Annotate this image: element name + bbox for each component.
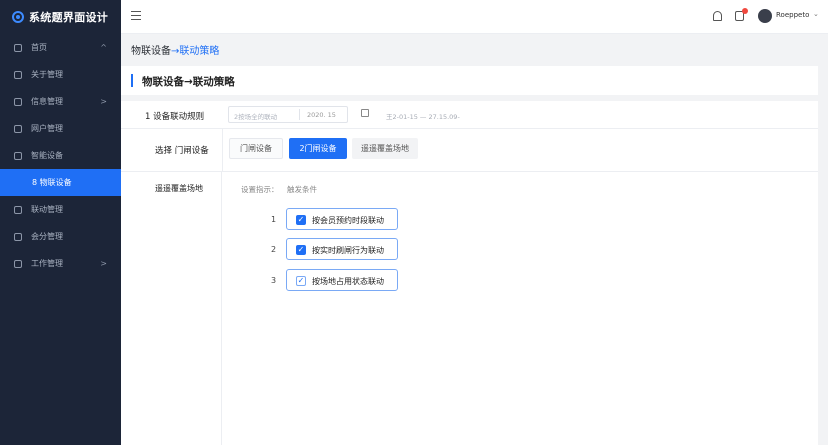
sidebar-item-iot-device[interactable]: 8 物联设备 — [0, 169, 121, 196]
notification-badge — [742, 8, 748, 14]
page-title-card: 物联设备→联动策略 — [121, 66, 818, 95]
chevron-right-icon: > — [100, 259, 107, 268]
avatar[interactable] — [758, 9, 772, 23]
condition-text: 按会员预约时段联动 — [312, 216, 384, 225]
calendar-icon[interactable] — [361, 109, 369, 117]
condition-option[interactable]: ✓ 按实时刷闸行为联动 — [286, 238, 398, 260]
checkbox-checked[interactable]: ✓ — [296, 245, 306, 255]
checkbox-checked[interactable]: ✓ — [296, 276, 306, 286]
rule-input[interactable]: 2按场全的联动 2020. 15 — [228, 106, 348, 123]
sidebar-item-points[interactable]: 会分管理 — [0, 223, 121, 250]
breadcrumb-current: 联动策略 — [179, 46, 220, 57]
condition-number: 1 — [271, 215, 277, 224]
sidebar-item-smart-device[interactable]: 智能设备 — [0, 142, 121, 169]
sidebar-item-label: 会分管理 — [31, 232, 63, 241]
app-logo[interactable]: 系统题界面设计 — [0, 0, 121, 34]
select-row: 选择 门闸设备 门闸设备 2门闸设备 遥遥覆盖场地 — [121, 129, 818, 172]
rule-input-value: 2020. 15 — [307, 111, 336, 119]
breadcrumb: 物联设备→联动策略 — [131, 42, 219, 57]
user-icon — [14, 124, 22, 133]
tab-coverage-area[interactable]: 遥遥覆盖场地 — [352, 138, 418, 159]
work-icon — [14, 259, 22, 268]
points-icon — [14, 232, 22, 241]
checkbox-checked[interactable]: ✓ — [296, 215, 306, 225]
coverage-label: 遥遥覆盖场地 — [155, 184, 203, 193]
logo-icon — [12, 11, 24, 23]
condition-number: 2 — [271, 245, 277, 254]
sidebar-item-label: 8 物联设备 — [32, 178, 72, 187]
trigger-label: 触发条件 — [287, 185, 317, 194]
sidebar-item-users[interactable]: 网户管理 — [0, 115, 121, 142]
chevron-down-icon[interactable]: ⌄ — [813, 10, 819, 18]
sidebar: 系统题界面设计 首页 ^ 关于管理 信息管理 > 网户管理 智能设备 8 物联设备 … — [0, 0, 121, 445]
hamburger-icon[interactable] — [131, 11, 141, 20]
sidebar-item-label: 信息管理 — [31, 97, 63, 106]
sidebar-item-label: 网户管理 — [31, 124, 63, 133]
breadcrumb-parent[interactable]: 物联设备 — [131, 46, 171, 57]
app-title: 系统题界面设计 — [29, 11, 109, 24]
sidebar-item-info[interactable]: 信息管理 > — [0, 88, 121, 115]
sidebar-item-linkage[interactable]: 联动管理 — [0, 196, 121, 223]
page-title: 物联设备→联动策略 — [142, 76, 235, 88]
sidebar-item-label: 联动管理 — [31, 205, 63, 214]
bell-icon[interactable] — [713, 11, 722, 21]
info-icon — [14, 97, 22, 106]
sidebar-menu: 首页 ^ 关于管理 信息管理 > 网户管理 智能设备 8 物联设备 联动管理 会分管… — [0, 34, 121, 277]
rule-label: 1 设备联动规则 — [145, 112, 205, 122]
rule-row: 1 设备联动规则 2按场全的联动 2020. 15 王2-01-15 — 27.… — [121, 101, 818, 129]
document-icon — [14, 70, 22, 79]
tab-gate-device[interactable]: 门闸设备 — [229, 138, 283, 159]
link-icon — [14, 205, 22, 214]
select-label: 选择 门闸设备 — [155, 146, 209, 156]
sidebar-item-work[interactable]: 工作管理 > — [0, 250, 121, 277]
device-icon — [14, 151, 22, 160]
title-accent-bar — [131, 74, 133, 87]
chevron-right-icon: > — [100, 97, 107, 106]
main-panel: 1 设备联动规则 2按场全的联动 2020. 15 王2-01-15 — 27.… — [121, 101, 818, 445]
condition-number: 3 — [271, 276, 277, 285]
input-divider — [299, 109, 300, 120]
settings-hint: 设置指示： — [241, 185, 279, 194]
username[interactable]: Roeppeto — [776, 11, 809, 19]
tab-gate-device-2[interactable]: 2门闸设备 — [289, 138, 347, 159]
left-column — [121, 172, 222, 445]
divider — [222, 129, 223, 172]
condition-option[interactable]: ✓ 按会员预约时段联动 — [286, 208, 398, 230]
chevron-up-icon: ^ — [100, 43, 107, 52]
condition-option[interactable]: ✓ 按场地占用状态联动 — [286, 269, 398, 291]
condition-text: 按实时刷闸行为联动 — [312, 246, 384, 255]
sidebar-item-label: 首页 — [31, 43, 47, 52]
rule-input-placeholder: 2按场全的联动 — [234, 113, 278, 121]
home-icon — [14, 43, 22, 52]
condition-text: 按场地占用状态联动 — [312, 277, 384, 286]
sidebar-item-label: 工作管理 — [31, 259, 63, 268]
sidebar-item-home[interactable]: 首页 ^ — [0, 34, 121, 61]
date-range-text: 王2-01-15 — 27.15.09- — [386, 113, 460, 121]
top-header: Roeppeto ⌄ — [121, 0, 828, 34]
sidebar-item-label: 关于管理 — [31, 70, 63, 79]
sidebar-item-about[interactable]: 关于管理 — [0, 61, 121, 88]
sidebar-item-label: 智能设备 — [31, 151, 63, 160]
